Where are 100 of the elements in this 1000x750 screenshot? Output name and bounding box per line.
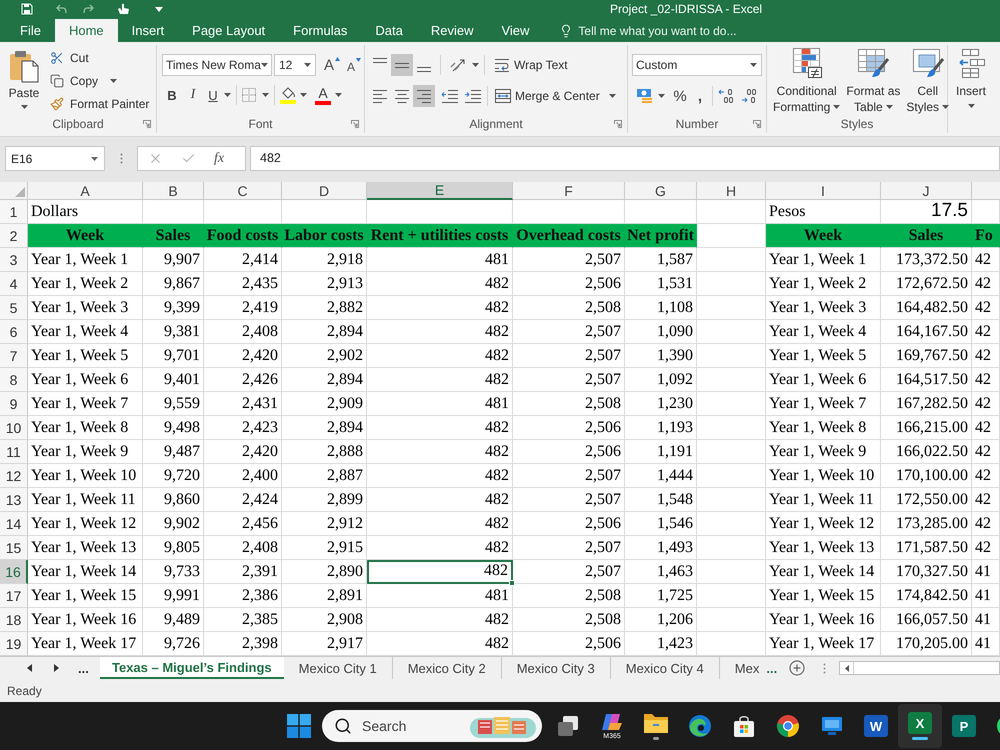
row-header[interactable]: 14 — [0, 512, 28, 536]
row-header[interactable]: 12 — [0, 464, 28, 488]
font-color-button[interactable]: A — [315, 86, 342, 104]
dialog-launcher-icon[interactable] — [351, 120, 359, 128]
merge-center-button[interactable]: Merge & Center — [495, 89, 616, 103]
grow-font-button[interactable]: A — [322, 54, 342, 76]
fill-handle[interactable] — [509, 580, 515, 586]
redo-icon[interactable] — [83, 3, 95, 15]
scroll-left-icon[interactable] — [27, 664, 32, 672]
number-format-combobox[interactable]: Custom — [632, 54, 762, 76]
undo-icon[interactable] — [55, 3, 67, 15]
formula-field[interactable]: 482 — [250, 146, 1000, 171]
dialog-launcher-icon[interactable] — [614, 120, 622, 128]
search-box[interactable]: Search — [322, 710, 542, 742]
bold-button[interactable]: B — [162, 85, 182, 105]
column-header[interactable]: B — [143, 182, 204, 200]
row-header[interactable]: 11 — [0, 440, 28, 464]
cell-styles-button[interactable]: Cell Styles — [904, 47, 952, 115]
italic-button[interactable]: I — [183, 85, 203, 105]
save-icon[interactable] — [21, 3, 33, 15]
horizontal-scrollbar[interactable] — [839, 661, 1000, 675]
search-field[interactable]: Search — [362, 716, 422, 736]
sheet-tab[interactable]: Texas – Miguel’s Findings — [100, 657, 284, 679]
column-header[interactable]: F — [513, 182, 625, 200]
column-header[interactable]: C — [204, 182, 282, 200]
row-header[interactable]: 7 — [0, 344, 28, 368]
column-header[interactable]: J — [881, 182, 972, 200]
row-header[interactable]: 3 — [0, 248, 28, 272]
active-cell[interactable]: 482 — [367, 560, 513, 584]
row-header[interactable]: 8 — [0, 368, 28, 392]
font-name-combobox[interactable]: Times New Roma — [162, 54, 272, 76]
taskbar-app-button[interactable]: W — [854, 704, 898, 748]
tell-me-field[interactable]: Tell me what you want to do... — [578, 22, 764, 40]
scroll-right-icon[interactable] — [54, 664, 59, 672]
decrease-indent-icon[interactable] — [441, 89, 459, 103]
align-right-button[interactable] — [413, 85, 435, 107]
grip-dots-icon[interactable] — [120, 153, 122, 164]
money-icon[interactable] — [636, 88, 654, 104]
ribbon-tab[interactable]: Page Layout — [178, 19, 280, 42]
more-sheets-button[interactable]: ... — [766, 657, 778, 679]
amount-value: 481 — [485, 250, 509, 270]
ribbon-tab[interactable]: Formulas — [279, 19, 362, 42]
more-sheets-button[interactable]: ... — [78, 662, 89, 674]
format-painter-button[interactable]: Format Painter — [50, 93, 150, 115]
sheet-tab[interactable]: Mex — [720, 657, 764, 679]
ribbon-tab[interactable]: Data — [361, 19, 417, 42]
taskbar-app-button[interactable]: P — [942, 704, 986, 748]
ribbon-tab[interactable]: File — [6, 19, 55, 42]
taskbar-app-button[interactable]: X — [898, 704, 942, 748]
underline-button[interactable]: U — [204, 85, 222, 105]
ribbon-tab[interactable]: Home — [54, 19, 118, 42]
add-sheet-icon[interactable] — [789, 660, 806, 676]
copy-button[interactable]: Copy — [50, 70, 150, 92]
column-header[interactable]: D — [282, 182, 367, 200]
name-box[interactable]: E16 — [5, 146, 105, 171]
percent-button[interactable]: % — [671, 88, 689, 104]
row-header[interactable]: 2 — [0, 224, 28, 248]
column-header[interactable]: H — [697, 182, 766, 200]
ribbon-tab[interactable]: Review — [416, 19, 488, 42]
wrap-text-button[interactable]: Wrap Text — [494, 58, 568, 72]
increase-indent-icon[interactable] — [464, 89, 482, 103]
dialog-launcher-icon[interactable] — [143, 120, 151, 128]
column-header[interactable]: E — [367, 182, 513, 200]
ribbon-tab[interactable]: Insert — [118, 19, 178, 42]
four-square-logo-icon[interactable] — [287, 714, 311, 738]
format-as-table-button[interactable]: Format as Table — [844, 47, 902, 115]
customize-caret-icon[interactable] — [155, 6, 163, 12]
paste-button[interactable]: Paste — [5, 47, 43, 115]
cut-button[interactable]: Cut — [50, 47, 150, 69]
ribbon-tab[interactable]: View — [487, 19, 544, 42]
scroll-left-icon[interactable] — [844, 664, 849, 672]
touch-mode-icon[interactable] — [117, 3, 131, 15]
decrease-decimal-icon[interactable] — [741, 88, 759, 104]
comma-style-button[interactable]: , — [693, 88, 707, 104]
insert-function-button[interactable]: fx — [214, 152, 224, 166]
align-middle-button[interactable] — [391, 54, 413, 76]
row-header[interactable]: 1 — [0, 200, 28, 224]
row-header[interactable]: 4 — [0, 272, 28, 296]
shrink-font-button[interactable]: A — [344, 54, 364, 76]
row-header[interactable]: 9 — [0, 392, 28, 416]
insert-cells-button[interactable]: Insert — [956, 47, 986, 108]
fill-bucket-icon[interactable] — [280, 86, 296, 104]
row-header[interactable]: 5 — [0, 296, 28, 320]
row-header[interactable]: 6 — [0, 320, 28, 344]
row-header[interactable]: 15 — [0, 536, 28, 560]
conditional-formatting-button[interactable]: Conditional Formatting — [771, 47, 842, 115]
row-header[interactable]: 17 — [0, 584, 28, 608]
dialog-launcher-icon[interactable] — [753, 120, 761, 128]
row-header[interactable]: 16 — [0, 560, 28, 584]
column-header[interactable]: I — [766, 182, 881, 200]
column-header[interactable]: G — [625, 182, 697, 200]
column-header[interactable]: A — [28, 182, 143, 200]
grip-dots-icon[interactable] — [823, 662, 826, 674]
borders-icon[interactable] — [242, 88, 256, 102]
row-header[interactable]: 18 — [0, 608, 28, 632]
row-header[interactable]: 19 — [0, 632, 28, 656]
font-size-combobox[interactable]: 12 — [274, 54, 316, 76]
row-header[interactable]: 13 — [0, 488, 28, 512]
row-header[interactable]: 10 — [0, 416, 28, 440]
increase-decimal-icon[interactable] — [718, 88, 736, 104]
